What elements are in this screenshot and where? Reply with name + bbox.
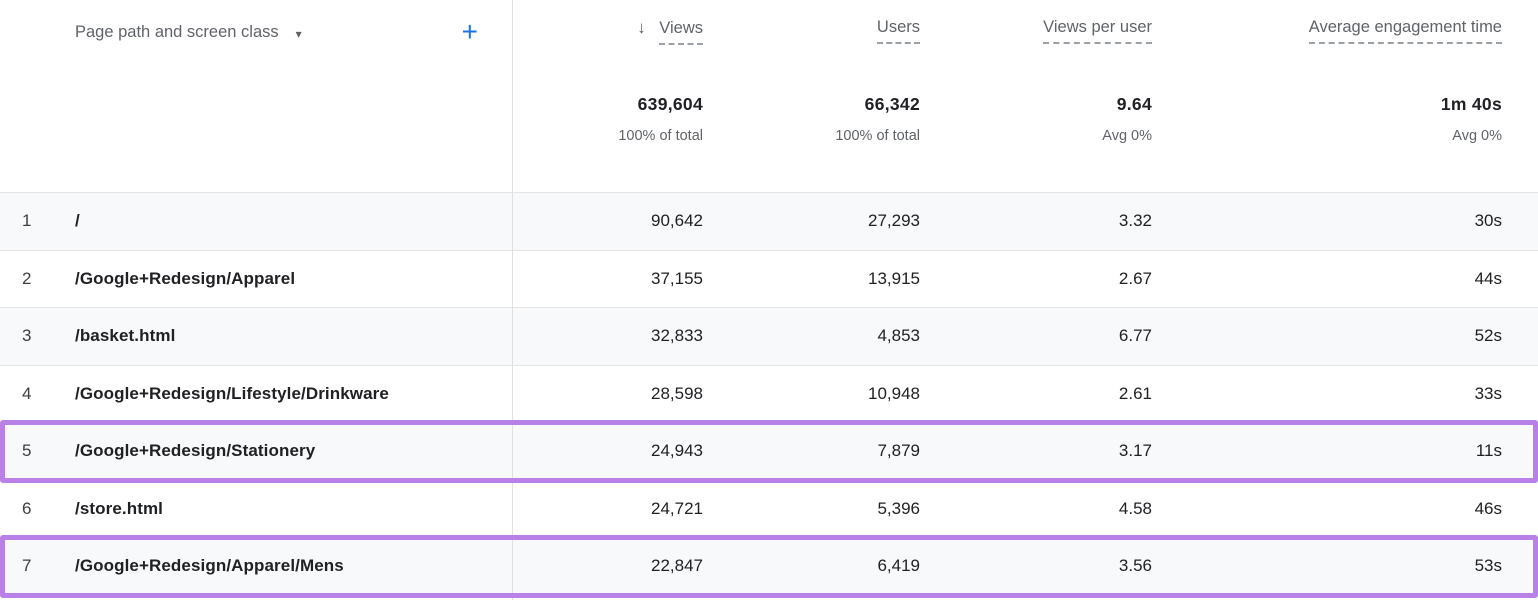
table-body: 1 / 90,642 27,293 3.32 30s 2 /Google+Red… — [0, 192, 1538, 595]
dimension-cell: 7 /Google+Redesign/Apparel/Mens — [0, 556, 513, 576]
avg-engagement-time-value: 30s — [1152, 211, 1538, 231]
column-total-value: 9.64 — [920, 94, 1152, 115]
column-total-cell: 1m 40s Avg 0% — [1152, 94, 1538, 144]
column-total-value: 639,604 — [513, 94, 703, 115]
column-header-views_per_user[interactable]: Views per user — [1043, 18, 1152, 37]
avg-engagement-time-value: 52s — [1152, 326, 1538, 346]
dimension-cell: 5 /Google+Redesign/Stationery — [0, 441, 513, 461]
page-path: /Google+Redesign/Apparel — [75, 269, 295, 289]
column-header-views[interactable]: ↓ Views — [637, 18, 703, 38]
users-value: 4,853 — [703, 326, 920, 346]
column-total-cell: 9.64 Avg 0% — [920, 94, 1152, 144]
table-row: 4 /Google+Redesign/Lifestyle/Drinkware 2… — [0, 365, 1538, 423]
column-divider — [512, 0, 513, 600]
table-header: Page path and screen class ▾ + ↓ Views U… — [0, 0, 1538, 192]
page-path: / — [75, 211, 80, 231]
row-index: 3 — [22, 326, 75, 346]
dimension-selector[interactable]: Page path and screen class ▾ — [75, 23, 302, 42]
dimension-cell: 4 /Google+Redesign/Lifestyle/Drinkware — [0, 384, 513, 404]
column-total-subtext: 100% of total — [703, 128, 920, 144]
column-total-subtext: 100% of total — [513, 128, 703, 144]
row-index: 5 — [22, 441, 75, 461]
column-header-users[interactable]: Users — [877, 18, 920, 37]
users-value: 27,293 — [703, 211, 920, 231]
dimension-cell: 1 / — [0, 211, 513, 231]
column-total-cell: 639,604 100% of total — [513, 94, 703, 144]
dimension-cell: 6 /store.html — [0, 499, 513, 519]
views-value: 24,721 — [513, 499, 703, 519]
totals-spacer — [0, 94, 513, 144]
table-row: 5 /Google+Redesign/Stationery 24,943 7,8… — [0, 422, 1538, 480]
avg-engagement-time-value: 11s — [1152, 441, 1538, 461]
table-row: 7 /Google+Redesign/Apparel/Mens 22,847 6… — [0, 537, 1538, 595]
add-column-button[interactable]: + — [462, 18, 478, 46]
views-per-user-value: 3.56 — [920, 556, 1152, 576]
users-value: 5,396 — [703, 499, 920, 519]
dimension-cell: 2 /Google+Redesign/Apparel — [0, 269, 513, 289]
column-header-avg_engagement_time[interactable]: Average engagement time — [1309, 18, 1502, 37]
row-index: 1 — [22, 211, 75, 231]
column-header-cell: ↓ Views — [513, 18, 703, 46]
table-row: 2 /Google+Redesign/Apparel 37,155 13,915… — [0, 250, 1538, 308]
row-index: 7 — [22, 556, 75, 576]
sort-descending-icon: ↓ — [637, 18, 646, 37]
table-row: 3 /basket.html 32,833 4,853 6.77 52s — [0, 307, 1538, 365]
column-header-row: Page path and screen class ▾ + ↓ Views U… — [0, 18, 1538, 46]
page-path: /Google+Redesign/Apparel/Mens — [75, 556, 344, 576]
table-row: 6 /store.html 24,721 5,396 4.58 46s — [0, 480, 1538, 538]
page-path: /basket.html — [75, 326, 175, 346]
views-per-user-value: 3.32 — [920, 211, 1152, 231]
views-per-user-value: 3.17 — [920, 441, 1152, 461]
views-per-user-value: 6.77 — [920, 326, 1152, 346]
dimension-header-cell: Page path and screen class ▾ + — [0, 18, 513, 46]
column-label: Users — [877, 18, 920, 44]
dimension-cell: 3 /basket.html — [0, 326, 513, 346]
page-path: /Google+Redesign/Stationery — [75, 441, 315, 461]
avg-engagement-time-value: 53s — [1152, 556, 1538, 576]
column-total-subtext: Avg 0% — [920, 128, 1152, 144]
column-total-cell: 66,342 100% of total — [703, 94, 920, 144]
column-total-value: 1m 40s — [1152, 94, 1502, 115]
page-path: /Google+Redesign/Lifestyle/Drinkware — [75, 384, 389, 404]
users-value: 13,915 — [703, 269, 920, 289]
users-value: 7,879 — [703, 441, 920, 461]
views-value: 28,598 — [513, 384, 703, 404]
users-value: 6,419 — [703, 556, 920, 576]
table-row: 1 / 90,642 27,293 3.32 30s — [0, 192, 1538, 250]
column-total-value: 66,342 — [703, 94, 920, 115]
views-per-user-value: 2.61 — [920, 384, 1152, 404]
column-header-cell: Views per user — [920, 18, 1152, 46]
totals-row: 639,604 100% of total 66,342 100% of tot… — [0, 94, 1538, 144]
avg-engagement-time-value: 33s — [1152, 384, 1538, 404]
row-index: 2 — [22, 269, 75, 289]
avg-engagement-time-value: 44s — [1152, 269, 1538, 289]
views-value: 90,642 — [513, 211, 703, 231]
row-index: 6 — [22, 499, 75, 519]
avg-engagement-time-value: 46s — [1152, 499, 1538, 519]
views-value: 24,943 — [513, 441, 703, 461]
views-per-user-value: 2.67 — [920, 269, 1152, 289]
users-value: 10,948 — [703, 384, 920, 404]
views-value: 37,155 — [513, 269, 703, 289]
column-header-cell: Average engagement time — [1152, 18, 1538, 46]
column-total-subtext: Avg 0% — [1152, 128, 1502, 144]
views-per-user-value: 4.58 — [920, 499, 1152, 519]
column-header-cell: Users — [703, 18, 920, 46]
row-index: 4 — [22, 384, 75, 404]
chevron-down-icon: ▾ — [296, 25, 302, 40]
column-label: Views per user — [1043, 18, 1152, 44]
dimension-label: Page path and screen class — [75, 23, 279, 42]
views-value: 22,847 — [513, 556, 703, 576]
views-value: 32,833 — [513, 326, 703, 346]
page-path: /store.html — [75, 499, 163, 519]
column-label: Average engagement time — [1309, 18, 1502, 44]
analytics-pages-table: Page path and screen class ▾ + ↓ Views U… — [0, 0, 1538, 600]
column-label: Views — [659, 19, 703, 45]
